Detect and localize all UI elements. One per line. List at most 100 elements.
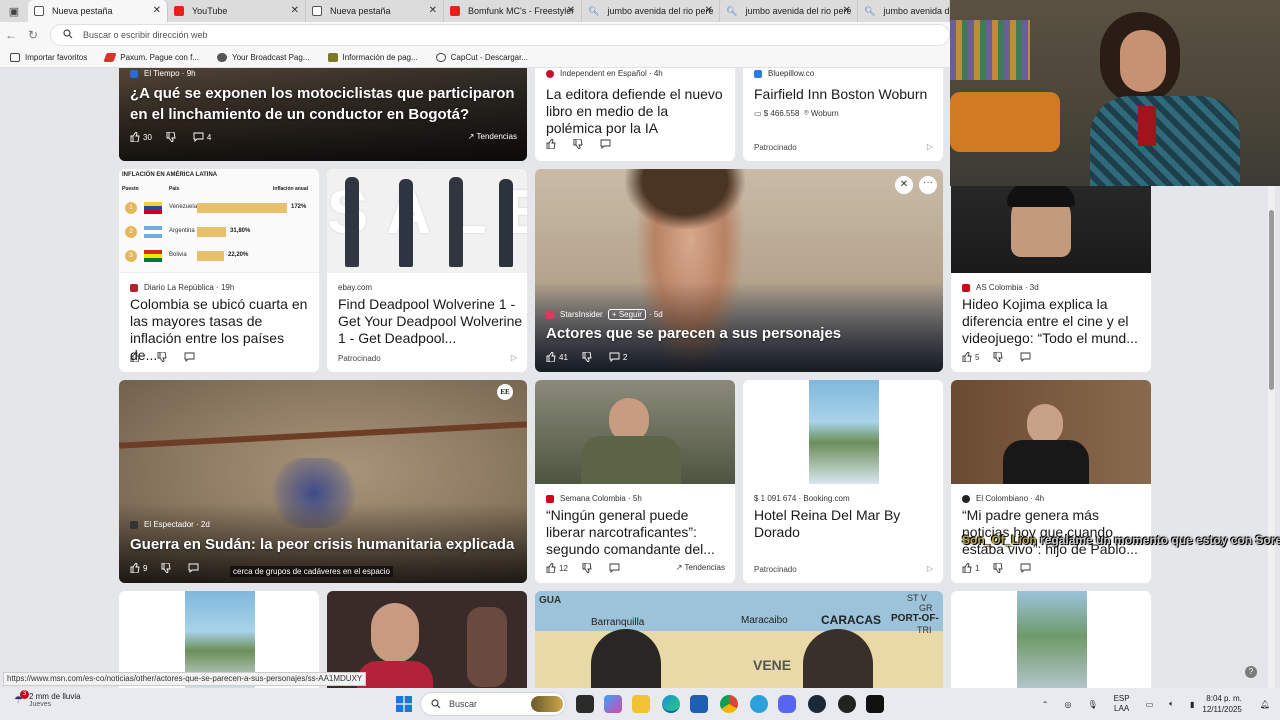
bookmark-import[interactable]: Importar favoritos [10, 53, 87, 62]
dislike-button[interactable] [993, 352, 1006, 362]
like-button[interactable] [130, 352, 143, 362]
close-tab-icon[interactable]: ✕ [567, 5, 575, 16]
comment-button[interactable] [184, 352, 198, 362]
tab-1[interactable]: Nueva pestaña ✕ [28, 0, 168, 22]
dislike-button[interactable] [166, 132, 179, 142]
news-card-map[interactable]: GUA Barranquilla Maracaibo CARACAS PORT-… [535, 591, 943, 688]
like-button[interactable]: 41 [546, 352, 568, 362]
network-icon[interactable]: ▭ [1146, 700, 1154, 709]
dislike-button[interactable] [573, 139, 586, 149]
ad-choices-icon[interactable]: ▷ [511, 353, 517, 362]
news-card-semana[interactable]: Semana Colombia · 5h “Ningún general pue… [535, 380, 735, 583]
dislike-button[interactable] [157, 352, 170, 362]
comment-button[interactable] [188, 563, 202, 573]
card-title[interactable]: La editora defiende el nuevo libro en me… [546, 86, 728, 137]
close-tab-icon[interactable]: ✕ [705, 5, 713, 16]
tray-chevron-icon[interactable]: ⌃ [1042, 700, 1049, 709]
source-logo-icon [130, 69, 138, 78]
ad-card-bluepillow[interactable]: Bluepillow.co Fairfield Inn Boston Wobur… [743, 68, 943, 161]
card-title[interactable]: ¿A qué se exponen los motociclistas que … [130, 83, 520, 125]
tab-4[interactable]: Bomfunk MC's - Freestyler ✕ [444, 0, 582, 22]
battery-icon[interactable]: ▮ [1190, 700, 1194, 709]
refresh-icon[interactable]: ↻ [22, 28, 44, 42]
task-view-icon[interactable] [576, 695, 594, 713]
language-indicator[interactable]: ESP LAA [1114, 694, 1130, 714]
card-title[interactable]: Guerra en Sudán: la peor crisis humanita… [130, 534, 525, 555]
scrollbar-thumb[interactable] [1269, 210, 1274, 390]
back-icon[interactable]: ← [0, 28, 22, 42]
close-tab-icon[interactable]: ✕ [153, 5, 161, 16]
card-title[interactable]: Fairfield Inn Boston Woburn [754, 86, 936, 103]
comment-button[interactable] [1020, 352, 1034, 362]
file-explorer-icon[interactable] [632, 695, 650, 713]
help-icon[interactable]: ? [1245, 666, 1257, 678]
tab-2[interactable]: YouTube ✕ [168, 0, 306, 22]
dislike-button[interactable] [993, 563, 1006, 573]
like-button[interactable]: 5 [962, 352, 979, 362]
close-tab-icon[interactable]: ✕ [291, 5, 299, 16]
card-title[interactable]: Find Deadpool Wolverine 1 - Get Your Dea… [338, 296, 523, 347]
ad-card-resort[interactable] [951, 591, 1151, 688]
like-button[interactable]: 1 [962, 563, 979, 573]
chrome-icon[interactable] [720, 695, 738, 713]
news-card-el-tiempo[interactable]: El Tiempo · 9h ¿A qué se exponen los mot… [119, 68, 527, 161]
windows-start-icon[interactable] [396, 696, 412, 712]
tab-5[interactable]: 🔍︎ jumbo avenida del rio pere ✕ [582, 0, 720, 22]
tab-6[interactable]: 🔍︎ jumbo avenida del rio pere ✕ [720, 0, 858, 22]
discord-icon[interactable] [778, 695, 796, 713]
ad-card-ebay[interactable]: SALE ebay.com Find Deadpool Wolverine 1 … [327, 169, 527, 372]
steam-icon[interactable] [808, 695, 826, 713]
obs-icon[interactable] [838, 695, 856, 713]
bookmark-info[interactable]: Información de pag... [327, 53, 418, 62]
card-title[interactable]: Hotel Reina Del Mar By Dorado [754, 507, 939, 541]
store-icon[interactable] [690, 695, 708, 713]
bookmark-paxum[interactable]: Paxum. Pague con f... [103, 53, 199, 62]
taskbar-search[interactable]: Buscar [420, 692, 566, 716]
follow-button[interactable]: + Seguir [607, 309, 646, 320]
ad-choices-icon[interactable]: ▷ [927, 564, 933, 573]
copilot-icon[interactable] [604, 695, 622, 713]
news-card-starsinsider[interactable]: ✕ ··· StarsInsider + Seguir · 5d Actores … [535, 169, 943, 372]
ad-card-booking[interactable]: $ 1 091 674 · Booking.com Hotel Reina De… [743, 380, 943, 583]
close-tab-icon[interactable]: ✕ [843, 5, 851, 16]
volume-icon[interactable]: 🔈︎ [1169, 699, 1174, 709]
news-card-el-espectador[interactable]: EE El Espectador · 2d Guerra en Sudán: l… [119, 380, 527, 583]
like-button[interactable]: 12 [546, 563, 568, 573]
tab-3[interactable]: Nueva pestaña ✕ [306, 0, 444, 22]
tab-actions-menu-icon[interactable]: ▣ [0, 0, 28, 22]
like-button[interactable] [546, 139, 559, 149]
dislike-button[interactable] [161, 563, 174, 573]
microphone-icon[interactable]: 🎙︎ [1087, 700, 1097, 709]
card-title[interactable]: Actores que se parecen a sus personajes [546, 323, 936, 344]
close-tab-icon[interactable]: ✕ [429, 5, 437, 16]
like-button[interactable]: 30 [130, 132, 152, 142]
network-off-icon[interactable]: ◎ [1064, 700, 1071, 709]
news-card-independent[interactable]: Independent en Español · 4h La editora d… [535, 68, 735, 161]
bookmark-capcut[interactable]: CapCut - Descargar... [435, 53, 528, 62]
comment-button[interactable] [609, 563, 623, 573]
card-title[interactable]: “Ningún general puede liberar narcotrafi… [546, 507, 731, 558]
more-options-icon[interactable]: ··· [919, 176, 937, 194]
comment-button[interactable]: 2 [609, 352, 627, 362]
bookmark-broadcast[interactable]: Your Broadcast Pag... [216, 53, 310, 62]
tiktok-icon[interactable] [866, 695, 884, 713]
dislike-button[interactable] [582, 352, 595, 362]
comment-button[interactable] [600, 139, 614, 149]
news-card-el-colombiano[interactable]: El Colombiano · 4h “Mi padre genera más … [951, 380, 1151, 583]
news-card-la-republica[interactable]: INFLACIÓN EN AMÉRICA LATINA Puesto País … [119, 169, 319, 372]
close-icon[interactable]: ✕ [895, 176, 913, 194]
tab-7[interactable]: 🔍︎ jumbo avenida del [858, 0, 950, 22]
comment-button[interactable] [1020, 563, 1034, 573]
like-button[interactable]: 9 [130, 563, 147, 573]
ad-choices-icon[interactable]: ▷ [927, 142, 933, 151]
address-input[interactable]: Buscar o escribir dirección web [50, 24, 950, 46]
notifications-icon[interactable]: 🔔︎ [1260, 700, 1270, 709]
news-card-as-colombia[interactable]: AS Colombia · 3d Hideo Kojima explica la… [951, 169, 1151, 372]
edge-icon[interactable] [662, 695, 680, 713]
telegram-icon[interactable] [750, 695, 768, 713]
card-title[interactable]: Hideo Kojima explica la diferencia entre… [962, 296, 1147, 347]
comment-button[interactable]: 4 [193, 132, 211, 142]
dislike-button[interactable] [582, 563, 595, 573]
clock[interactable]: 8:04 p. m. 12/11/2025 [1202, 693, 1241, 715]
weather-widget[interactable]: ☂ 3 2 mm de lluvia Jueves [14, 690, 81, 708]
